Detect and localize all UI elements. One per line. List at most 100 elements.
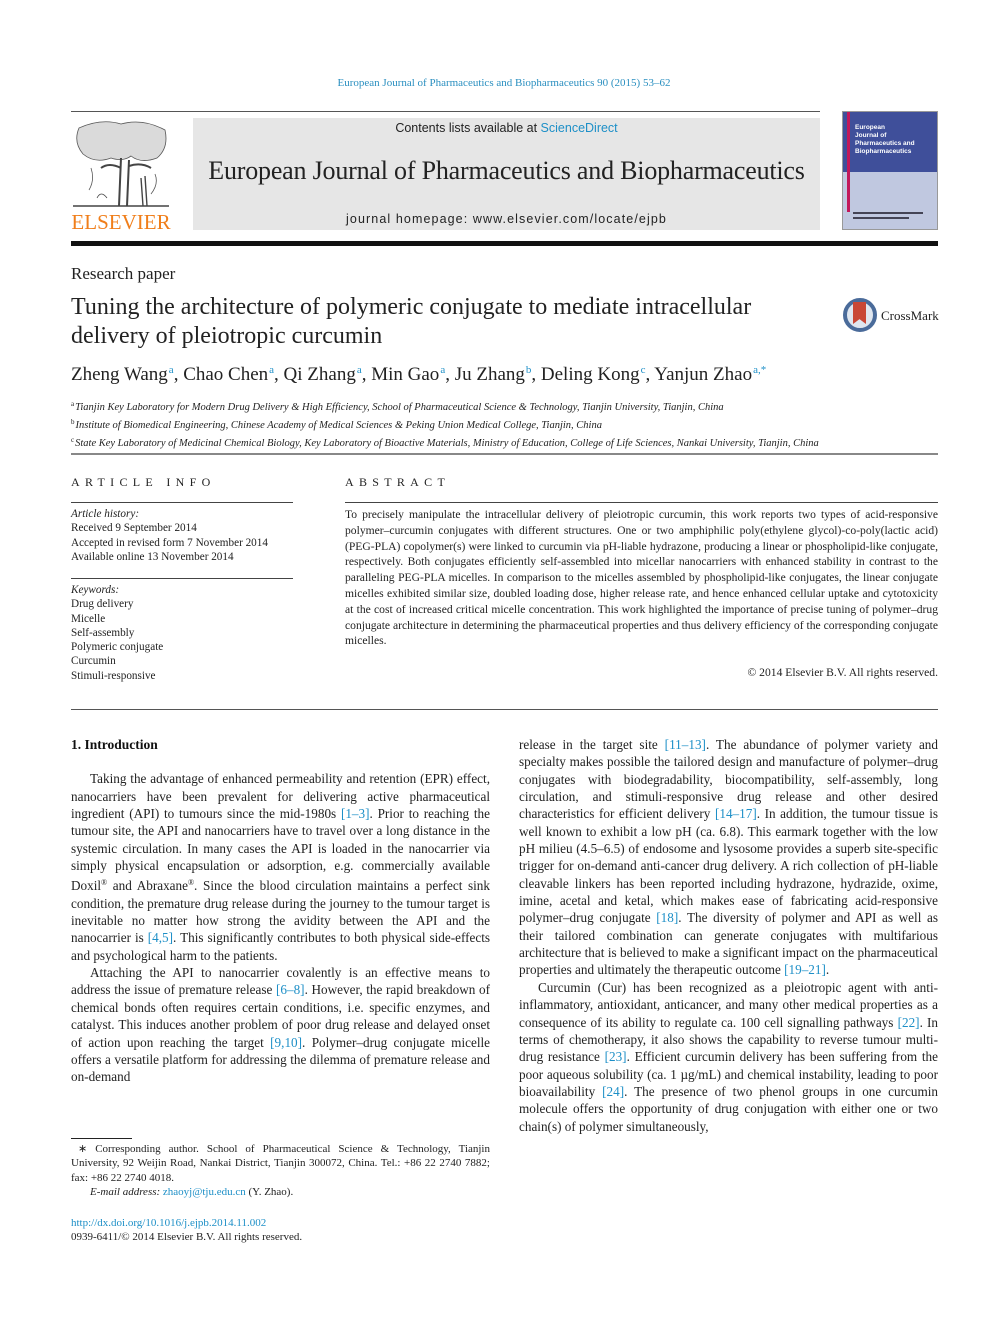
citation-ref-link[interactable]: [11–13]: [665, 737, 706, 752]
section-divider: [71, 453, 938, 455]
crossmark-button[interactable]: CrossMark: [843, 298, 943, 334]
history-item: Received 9 September 2014: [71, 522, 197, 535]
affiliation: cState Key Laboratory of Medicinal Chemi…: [71, 433, 819, 451]
body-paragraph: Taking the advantage of enhanced permeab…: [71, 770, 490, 964]
keyword: Self-assembly: [71, 626, 135, 639]
affiliation-key: a: [71, 400, 75, 408]
citation-ref-link[interactable]: [19–21]: [784, 962, 826, 977]
keywords-label: Keywords:: [71, 584, 120, 596]
abstract-copyright: © 2014 Elsevier B.V. All rights reserved…: [747, 666, 938, 679]
citation-ref-link[interactable]: [18]: [656, 910, 678, 925]
header-rule: [71, 111, 820, 112]
affiliation: aTianjin Key Laboratory for Modern Drug …: [71, 397, 819, 415]
author-name[interactable]: Zheng Wang: [71, 364, 168, 385]
journal-banner: Contents lists available at ScienceDirec…: [193, 118, 820, 230]
body-paragraph: Curcumin (Cur) has been recognized as a …: [519, 979, 938, 1135]
text-run: . In addition, the tumour tissue is well…: [519, 806, 938, 926]
footnote-rule: [71, 1138, 132, 1139]
citation-ref-link[interactable]: [14–17]: [715, 806, 757, 821]
email-suffix: (Y. Zhao).: [245, 1186, 294, 1199]
keyword: Drug delivery: [71, 598, 134, 611]
affiliation-key: b: [71, 418, 75, 426]
body-column-right: release in the target site [11–13]. The …: [519, 736, 938, 1135]
citation-ref-link[interactable]: [23]: [605, 1049, 627, 1064]
keyword: Polymeric conjugate: [71, 641, 164, 654]
affiliation-marker[interactable]: a,*: [753, 364, 766, 376]
author-name[interactable]: Min Gao: [371, 364, 439, 385]
paper-title: Tuning the architecture of polymeric con…: [71, 294, 752, 349]
cover-title-line: Journal of: [855, 132, 887, 139]
text-run: and Abraxane: [107, 878, 188, 894]
author[interactable]: Yanjun Zhaoa,*: [654, 364, 766, 385]
author-separator: ,: [274, 364, 284, 385]
text-run: Curcumin (Cur) has been recognized as a …: [519, 979, 938, 1030]
elsevier-logo[interactable]: ELSEVIER: [71, 118, 171, 234]
doi-block: http://dx.doi.org/10.1016/j.ejpb.2014.11…: [71, 1216, 302, 1245]
author-name[interactable]: Deling Kong: [541, 364, 640, 385]
article-history: Article history: Received 9 September 20…: [71, 507, 268, 564]
journal-cover-thumbnail[interactable]: European Journal of Pharmaceutics and Bi…: [842, 111, 938, 230]
email-link[interactable]: zhaoyj@tju.edu.cn: [163, 1186, 246, 1198]
author-name[interactable]: Qi Zhang: [284, 364, 356, 385]
cover-title: European Journal of Pharmaceutics and Bi…: [855, 124, 915, 156]
cover-title-line: Biopharmaceutics: [855, 148, 912, 155]
header-thick-rule: [71, 241, 938, 246]
author[interactable]: Chao Chena: [183, 364, 274, 385]
keywords: Keywords: Drug delivery Micelle Self-ass…: [71, 583, 163, 683]
issn-line: 0939-6411/© 2014 Elsevier B.V. All right…: [71, 1231, 303, 1244]
elsevier-tree-icon: [73, 121, 169, 207]
contents-line: Contents lists available at ScienceDirec…: [193, 121, 820, 135]
affiliation-text: Institute of Biomedical Engineering, Chi…: [75, 420, 602, 431]
text-run: release in the target site: [519, 737, 665, 752]
citation-ref-link[interactable]: [22]: [898, 1015, 920, 1030]
sciencedirect-link[interactable]: ScienceDirect: [541, 121, 618, 135]
elsevier-wordmark: ELSEVIER: [71, 210, 171, 234]
contents-prefix: Contents lists available at: [395, 121, 541, 135]
author[interactable]: Min Gaoa: [371, 364, 445, 385]
author[interactable]: Deling Kongc: [541, 364, 646, 385]
author-list: Zheng Wanga, Chao Chena, Qi Zhanga, Min …: [71, 364, 766, 386]
author[interactable]: Qi Zhanga: [284, 364, 362, 385]
article-info-rule: [71, 502, 293, 503]
text-run: .: [825, 962, 830, 978]
history-item: Available online 13 November 2014: [71, 550, 234, 563]
author[interactable]: Zheng Wanga: [71, 364, 174, 385]
corresponding-author-text: ∗ Corresponding author. School of Pharma…: [71, 1143, 490, 1184]
affiliation-text: State Key Laboratory of Medicinal Chemic…: [75, 438, 819, 449]
citation-ref-link[interactable]: [1–3]: [341, 806, 370, 821]
email-label: E-mail address:: [90, 1186, 163, 1199]
abstract-rule: [345, 502, 938, 503]
cover-footer-logo: [853, 212, 923, 224]
keywords-rule: [71, 578, 293, 579]
citation-ref-link[interactable]: [6–8]: [276, 982, 305, 997]
body-paragraph: Attaching the API to nanocarrier covalen…: [71, 964, 490, 1085]
author-name[interactable]: Yanjun Zhao: [654, 364, 752, 385]
affiliation-key: c: [71, 436, 75, 444]
citation-link[interactable]: European Journal of Pharmaceutics and Bi…: [338, 77, 671, 89]
citation-ref-link[interactable]: [4,5]: [148, 930, 173, 945]
citation-ref-link[interactable]: [9,10]: [270, 1035, 302, 1050]
journal-title: European Journal of Pharmaceutics and Bi…: [208, 156, 805, 185]
author-separator: ,: [645, 364, 655, 385]
email-line: E-mail address: zhaoyj@tju.edu.cn (Y. Zh…: [71, 1185, 490, 1199]
cover-stripe: [847, 112, 850, 212]
body-column-left: 1. Introduction Taking the advantage of …: [71, 736, 490, 1086]
author[interactable]: Ju Zhangb: [455, 364, 532, 385]
cover-title-line: Pharmaceutics and: [855, 140, 915, 147]
section-heading: 1. Introduction: [71, 737, 158, 752]
doi-link[interactable]: http://dx.doi.org/10.1016/j.ejpb.2014.11…: [71, 1216, 302, 1230]
journal-citation[interactable]: European Journal of Pharmaceutics and Bi…: [0, 77, 992, 89]
body-paragraph: release in the target site [11–13]. The …: [519, 736, 938, 979]
author-name[interactable]: Ju Zhang: [455, 364, 525, 385]
author-separator: ,: [173, 364, 184, 385]
affiliations: aTianjin Key Laboratory for Modern Drug …: [71, 397, 819, 451]
citation-ref-link[interactable]: [24]: [602, 1084, 624, 1099]
journal-homepage-link[interactable]: journal homepage: www.elsevier.com/locat…: [193, 212, 820, 226]
article-type: Research paper: [71, 264, 176, 283]
abstract-text: To precisely manipulate the intracellula…: [345, 508, 938, 648]
affiliation: bInstitute of Biomedical Engineering, Ch…: [71, 415, 819, 433]
article-info-heading: ARTICLE INFO: [71, 475, 216, 489]
keyword: Stimuli-responsive: [71, 669, 156, 682]
author-name[interactable]: Chao Chen: [183, 364, 268, 385]
author-separator: ,: [361, 364, 372, 385]
